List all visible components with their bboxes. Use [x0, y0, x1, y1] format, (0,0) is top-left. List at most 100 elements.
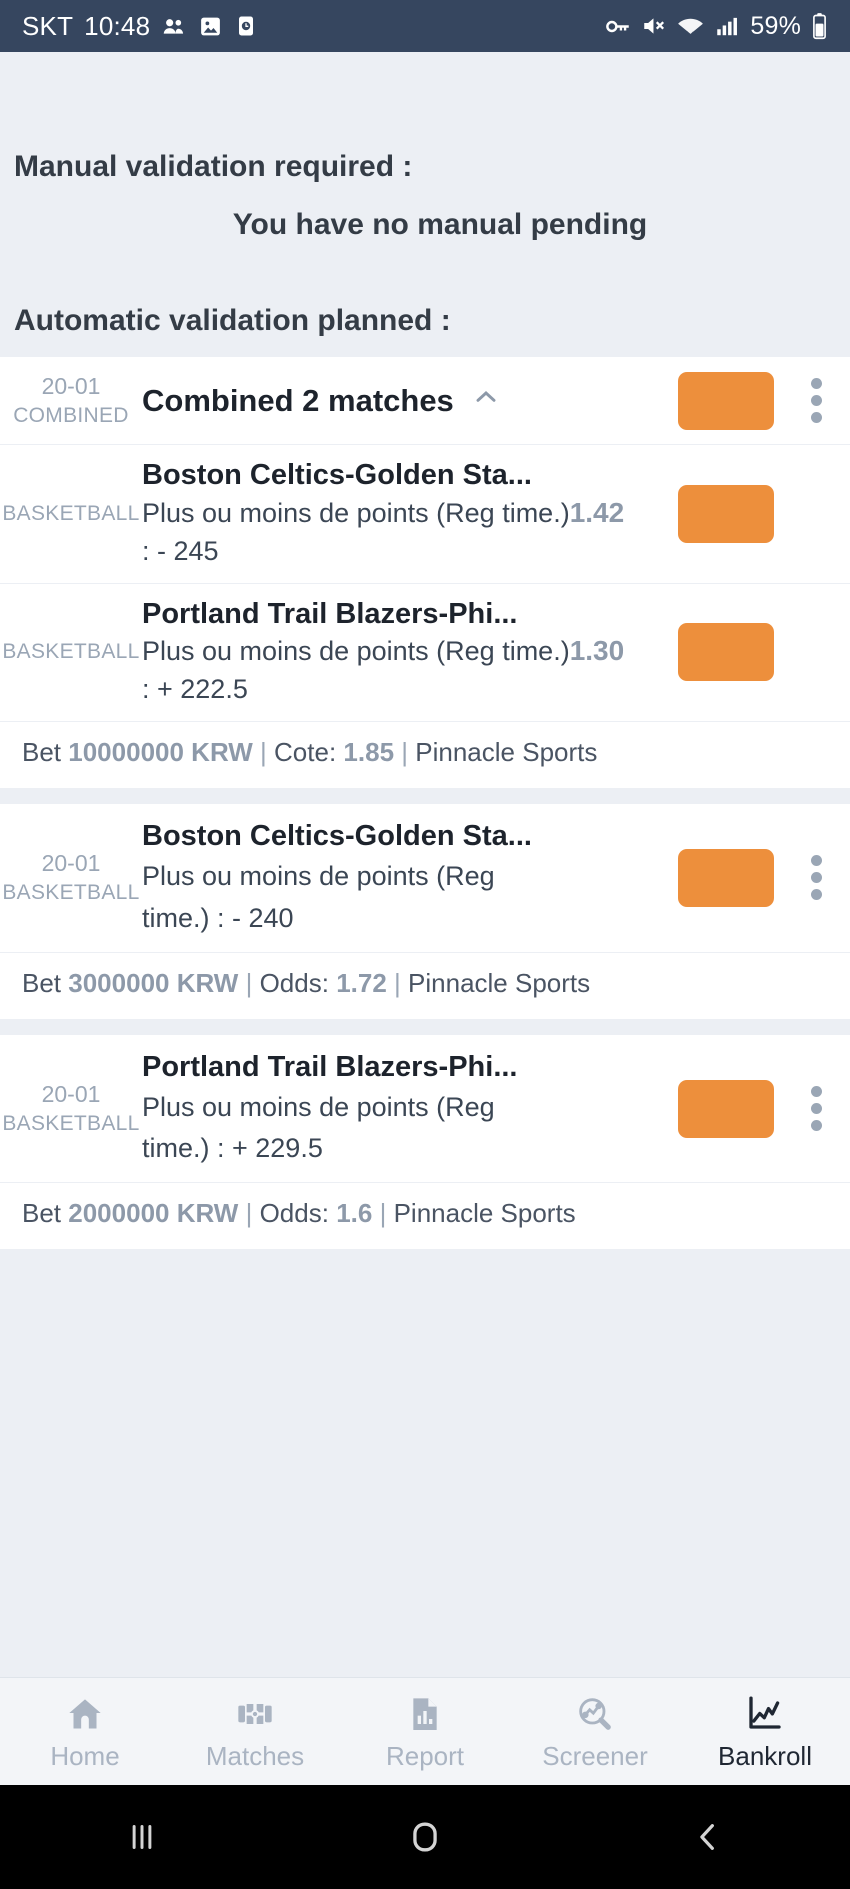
nav-item-matches[interactable]: Matches [170, 1692, 340, 1772]
leg-body: Boston Celtics-Golden Sta... Plus ou moi… [142, 457, 678, 570]
bet-separator: | [245, 967, 253, 998]
bet-status-button[interactable] [678, 848, 774, 907]
bet-body: Boston Celtics-Golden Sta... Plus ou moi… [142, 818, 678, 938]
bet-card-single[interactable]: 20-01 BASKETBALL Boston Celtics-Golden S… [0, 803, 850, 1019]
bet-stake: 10000000 KRW [68, 736, 253, 767]
bet-market-line2: time.) : + 229.5 [142, 1133, 323, 1164]
home-icon [65, 1692, 105, 1734]
card-divider [0, 1018, 850, 1035]
status-bar-left: SKT 10:48 [22, 11, 258, 42]
leg-status-button[interactable] [678, 485, 774, 544]
leg-status-button[interactable] [678, 623, 774, 682]
nav-label-screener: Screener [542, 1740, 648, 1771]
bet-body: Portland Trail Blazers-Phi... Plus ou mo… [142, 1049, 678, 1169]
card-sport: BASKETBALL [2, 1111, 140, 1135]
leg-odds: 1.30 [569, 635, 625, 667]
bet-market-line1: Plus ou moins de points (Reg [142, 861, 495, 892]
nav-item-screener[interactable]: Screener [510, 1692, 680, 1772]
leg-market-line: Plus ou moins de points (Reg time.) 1.42 [142, 495, 678, 533]
bet-status-button[interactable] [678, 1079, 774, 1138]
bet-separator: | [394, 967, 401, 998]
card-meta: 20-01 BASKETBALL [0, 848, 142, 907]
bet-bookmaker: Pinnacle Sports [393, 1198, 576, 1229]
leg-title: Boston Celtics-Golden Sta... [142, 459, 532, 492]
automatic-validation-section: Automatic validation planned : [0, 283, 850, 357]
bet-odds: 1.6 [336, 1198, 373, 1229]
contacts-icon [161, 13, 187, 39]
battery-icon [811, 12, 828, 40]
combined-title-wrap: Combined 2 matches [142, 381, 678, 421]
bottom-navigation: Home Matches Report Screener Bankroll [0, 1677, 850, 1785]
wifi-icon [677, 13, 704, 40]
leg-meta: BASKETBALL [0, 500, 142, 528]
leg-market: Plus ou moins de points (Reg time.) [142, 636, 570, 667]
more-options-icon[interactable] [788, 1086, 844, 1131]
leg-sport: BASKETBALL [2, 640, 140, 664]
vpn-key-icon [604, 13, 631, 40]
leg-market-line2: : + 222.5 [142, 674, 248, 705]
bet-summary: Bet 2000000 KRW | Odds: 1.6 | Pinnacle S… [0, 1182, 850, 1249]
bet-title: Portland Trail Blazers-Phi... [142, 1050, 518, 1083]
bet-stake: 2000000 KRW [68, 1198, 239, 1229]
chevron-up-icon[interactable] [470, 381, 502, 421]
combined-header-row[interactable]: 20-01 COMBINED Combined 2 matches [0, 357, 850, 444]
screener-icon [575, 1692, 615, 1734]
nav-item-report[interactable]: Report [340, 1692, 510, 1772]
bet-status-button[interactable] [678, 371, 774, 430]
page-content: Manual validation required : You have no… [0, 52, 850, 1677]
bet-separator: | [401, 736, 409, 767]
report-icon [405, 1692, 445, 1734]
bet-odds: 1.72 [336, 967, 387, 998]
top-spacer [0, 52, 850, 148]
leg-title: Portland Trail Blazers-Phi... [142, 597, 518, 630]
card-meta: 20-01 COMBINED [0, 371, 142, 430]
bet-title: Boston Celtics-Golden Sta... [142, 819, 532, 852]
recents-icon[interactable] [67, 1785, 217, 1889]
back-icon[interactable] [633, 1785, 783, 1889]
bet-odds-label: Cote: [274, 736, 337, 767]
bet-row[interactable]: 20-01 BASKETBALL Portland Trail Blazers-… [0, 1035, 850, 1183]
nav-label-report: Report [385, 1740, 465, 1771]
bet-row[interactable]: 20-01 BASKETBALL Boston Celtics-Golden S… [0, 804, 850, 952]
status-bar-right: 59% [604, 12, 828, 41]
card-date: 20-01 [41, 1080, 101, 1107]
bet-card-single[interactable]: 20-01 BASKETBALL Portland Trail Blazers-… [0, 1034, 850, 1250]
manual-validation-section: Manual validation required : You have no… [0, 148, 850, 284]
card-date: 20-01 [41, 373, 101, 399]
bet-market-line2: time.) : - 240 [142, 902, 294, 933]
bet-prefix: Bet [22, 967, 62, 998]
bet-card-combined[interactable]: 20-01 COMBINED Combined 2 matches BASKET… [0, 357, 850, 788]
combined-leg-row[interactable]: BASKETBALL Boston Celtics-Golden Sta... … [0, 444, 850, 582]
nav-label-home: Home [50, 1740, 120, 1771]
bet-separator: | [260, 736, 267, 767]
automatic-validation-heading: Automatic validation planned : [14, 303, 451, 337]
card-sport: BASKETBALL [2, 881, 140, 905]
mute-icon [641, 13, 667, 39]
bet-odds-label: Odds: [259, 967, 329, 998]
more-options-icon[interactable] [788, 855, 844, 901]
leg-meta: BASKETBALL [0, 638, 142, 666]
combined-leg-row[interactable]: BASKETBALL Portland Trail Blazers-Phi...… [0, 582, 850, 721]
carrier-label: SKT [22, 10, 74, 41]
matches-icon [235, 1692, 275, 1734]
leg-body: Portland Trail Blazers-Phi... Plus ou mo… [142, 596, 678, 709]
signal-icon [714, 13, 740, 39]
card-meta: 20-01 BASKETBALL [0, 1079, 142, 1138]
bet-prefix: Bet [22, 736, 62, 767]
leg-market-line: Plus ou moins de points (Reg time.) 1.30 [142, 633, 678, 671]
nav-item-home[interactable]: Home [0, 1692, 170, 1772]
bet-market-line1: Plus ou moins de points (Reg [142, 1092, 495, 1123]
bet-summary: Bet 3000000 KRW | Odds: 1.72 | Pinnacle … [0, 951, 850, 1019]
bet-bookmaker: Pinnacle Sports [408, 967, 591, 998]
clock-label: 10:48 [84, 10, 151, 41]
home-circle-icon[interactable] [350, 1785, 500, 1889]
more-options-icon[interactable] [788, 378, 844, 424]
nav-item-bankroll[interactable]: Bankroll [680, 1692, 850, 1772]
clock-icon [234, 14, 258, 38]
manual-validation-heading: Manual validation required : [14, 150, 413, 183]
bet-separator: | [245, 1198, 253, 1229]
leg-odds: 1.42 [569, 497, 625, 529]
bet-separator: | [379, 1198, 387, 1229]
manual-validation-message: You have no manual pending [232, 207, 648, 241]
card-divider [0, 787, 850, 804]
